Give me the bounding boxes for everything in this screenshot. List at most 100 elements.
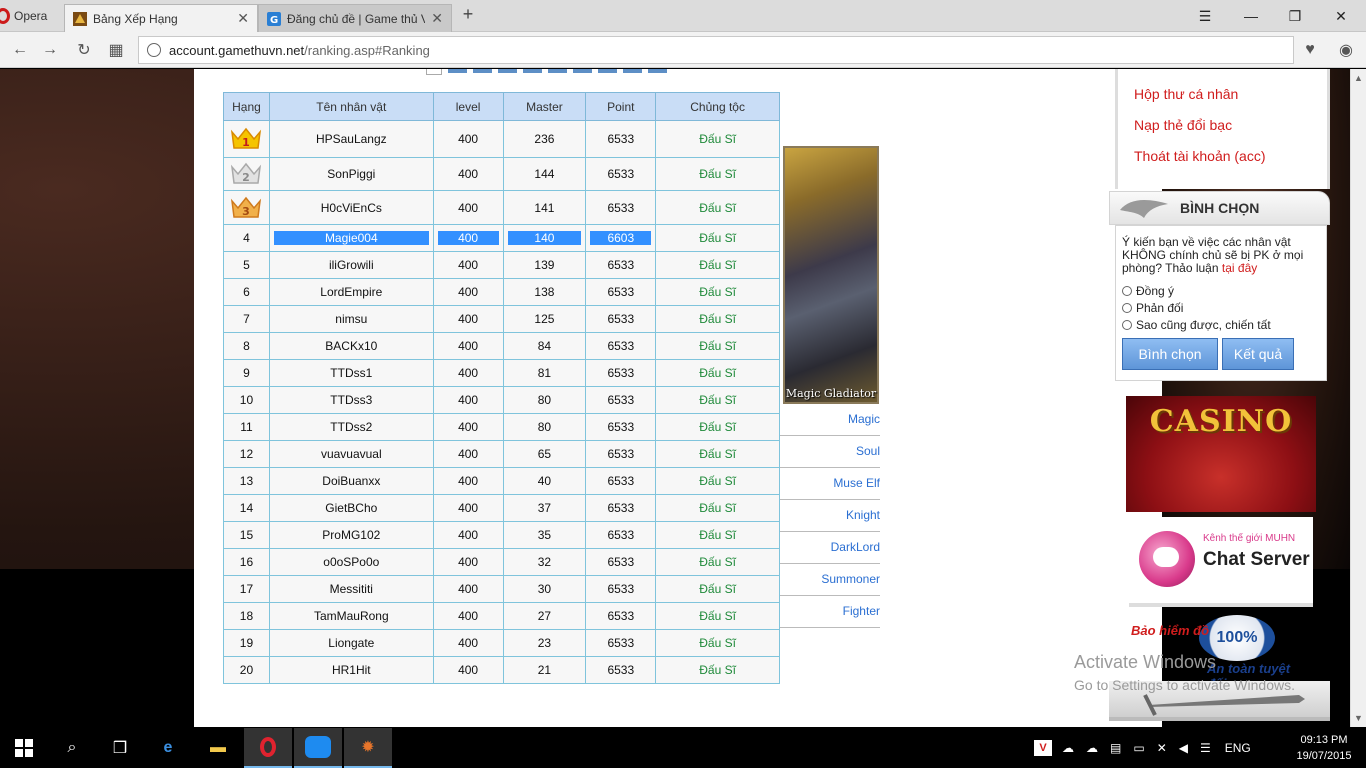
class-link[interactable]: Soul xyxy=(780,436,880,468)
reload-icon[interactable]: ↻ xyxy=(72,38,96,62)
minimize-button[interactable]: — xyxy=(1228,0,1274,32)
crown-rank-number: 2 xyxy=(243,171,251,184)
character-name-cell: TTDss3 xyxy=(268,386,434,414)
edge-browser-icon[interactable]: e xyxy=(144,728,192,768)
insurance-banner[interactable]: 100% Bảo hiểm đồ An toàn tuyệt đối xyxy=(1129,615,1309,691)
character-name-cell: vuavuavual xyxy=(268,440,434,468)
account-menu-link[interactable]: Nạp thẻ đổi bạc xyxy=(1134,110,1327,141)
action-center-icon[interactable]: ☰ xyxy=(1200,741,1211,755)
page-button[interactable] xyxy=(548,69,567,73)
master-cell: 236 xyxy=(502,120,587,158)
radio-icon[interactable] xyxy=(1122,286,1132,296)
table-row: 13 DoiBuanxx 400 40 6533 Đấu Sĩ xyxy=(223,467,780,495)
scroll-down-icon[interactable]: ▼ xyxy=(1354,713,1363,723)
poll-discussion-link[interactable]: tại đây xyxy=(1222,261,1257,275)
poll-option[interactable]: Đồng ý xyxy=(1122,284,1320,298)
account-icon[interactable]: ◉ xyxy=(1334,38,1358,62)
class-link[interactable]: Summoner xyxy=(780,564,880,596)
rank-cell: 12 xyxy=(223,440,270,468)
opera-taskbar-icon[interactable] xyxy=(244,728,292,768)
casino-banner[interactable]: CASINO xyxy=(1126,396,1316,512)
url-host: account.gamethuvn.net xyxy=(169,42,305,58)
clock[interactable]: 09:13 PM 19/07/2015 xyxy=(1290,732,1358,764)
speed-dial-icon[interactable]: ▦ xyxy=(104,38,128,62)
radio-icon[interactable] xyxy=(1122,303,1132,313)
heart-icon[interactable]: ♥ xyxy=(1298,38,1322,62)
selected-text: 140 xyxy=(507,231,582,245)
search-icon[interactable]: ⌕ xyxy=(48,728,96,768)
tab-ranking[interactable]: Bảng Xếp Hạng ✕ xyxy=(64,4,258,32)
tab-menu-icon[interactable]: ☰ xyxy=(1182,0,1228,32)
volume-icon[interactable]: ◀ xyxy=(1179,741,1188,755)
account-menu-link[interactable]: Thoát tài khoản (acc) xyxy=(1134,141,1327,172)
table-row: 2 SonPiggi 400 144 6533 Đấu Sĩ xyxy=(223,157,780,191)
result-button[interactable]: Kết quả xyxy=(1222,338,1294,370)
insurance-title: Bảo hiểm đồ xyxy=(1131,623,1210,638)
antivirus-icon[interactable]: V xyxy=(1034,740,1052,756)
class-link[interactable]: Magic xyxy=(780,404,880,436)
race-cell: Đấu Sĩ xyxy=(655,305,780,333)
address-bar[interactable]: account.gamethuvn.net/ranking.asp#Rankin… xyxy=(138,36,1294,64)
character-name-cell: ProMG102 xyxy=(268,521,434,549)
scroll-up-icon[interactable]: ▲ xyxy=(1354,73,1363,83)
page-button[interactable] xyxy=(523,69,542,73)
page-button[interactable] xyxy=(498,69,517,73)
point-cell: 6533 xyxy=(585,120,657,158)
vertical-scrollbar[interactable]: ▲ ▼ xyxy=(1350,69,1366,727)
globe-icon xyxy=(147,43,161,57)
zalo-icon[interactable] xyxy=(294,728,342,768)
close-tab-icon[interactable]: ✕ xyxy=(237,10,249,27)
input-language[interactable]: ENG xyxy=(1225,741,1251,755)
tab-forum[interactable]: G Đăng chủ đề | Game thủ V ✕ xyxy=(258,4,452,32)
close-window-button[interactable]: ✕ xyxy=(1318,0,1364,32)
poll-option[interactable]: Phản đối xyxy=(1122,301,1320,315)
rank-cell: 8 xyxy=(223,332,270,360)
page-button[interactable] xyxy=(623,69,642,73)
rank-cell: 13 xyxy=(223,467,270,495)
page-button[interactable] xyxy=(648,69,667,73)
class-link[interactable]: DarkLord xyxy=(780,532,880,564)
task-view-icon[interactable]: ❒ xyxy=(96,728,144,768)
clock-time: 09:13 PM xyxy=(1300,734,1348,746)
page-button[interactable] xyxy=(598,69,617,73)
header-race: Chủng tộc xyxy=(655,92,780,121)
chat-subtitle: Kênh thế giới MUHN xyxy=(1203,533,1296,544)
rank-cell: 1 xyxy=(223,120,270,158)
class-link[interactable]: Fighter xyxy=(780,596,880,628)
file-explorer-icon[interactable]: ▬ xyxy=(194,728,242,768)
unikey-icon[interactable]: ▤ xyxy=(1110,741,1121,755)
new-tab-button[interactable]: + xyxy=(458,4,478,28)
poll-option[interactable]: Sao cũng được, chiến tất xyxy=(1122,318,1320,332)
point-cell: 6533 xyxy=(585,278,657,306)
notification-app-icon[interactable]: ☁ xyxy=(1062,741,1074,755)
table-row: 15 ProMG102 400 35 6533 Đấu Sĩ xyxy=(223,521,780,549)
restore-button[interactable]: ❐ xyxy=(1272,0,1318,32)
poll-option-label: Sao cũng được, chiến tất xyxy=(1136,318,1271,332)
page-button[interactable] xyxy=(473,69,492,73)
back-icon[interactable]: ← xyxy=(8,38,32,62)
class-link[interactable]: Knight xyxy=(780,500,880,532)
chat-server-banner[interactable]: Kênh thế giới MUHN Chat Server xyxy=(1129,517,1313,607)
level-cell: 400 xyxy=(432,305,504,333)
vote-button[interactable]: Bình chọn xyxy=(1122,338,1218,370)
page-button[interactable] xyxy=(448,69,467,73)
forward-icon[interactable]: → xyxy=(38,38,62,62)
monitor-icon[interactable]: ▭ xyxy=(1133,741,1144,755)
account-menu-link[interactable]: Hộp thư cá nhân xyxy=(1134,79,1327,110)
point-cell: 6533 xyxy=(585,548,657,576)
network-icon[interactable]: ✕ xyxy=(1157,741,1167,755)
close-tab-icon[interactable]: ✕ xyxy=(431,10,443,27)
table-row: 10 TTDss3 400 80 6533 Đấu Sĩ xyxy=(223,386,780,414)
class-link[interactable]: Muse Elf xyxy=(780,468,880,500)
character-name-cell: GietBCho xyxy=(268,494,434,522)
mu-game-icon[interactable]: ✹ xyxy=(344,728,392,768)
point-cell: 6533 xyxy=(585,656,657,684)
opera-menu-button[interactable]: Opera xyxy=(0,0,62,32)
windows-start-icon[interactable] xyxy=(0,728,48,768)
page-button[interactable] xyxy=(573,69,592,73)
onedrive-icon[interactable]: ☁ xyxy=(1086,741,1098,755)
rank-cell: 16 xyxy=(223,548,270,576)
page-checkbox[interactable] xyxy=(426,69,442,75)
radio-icon[interactable] xyxy=(1122,320,1132,330)
pagination xyxy=(426,69,667,75)
